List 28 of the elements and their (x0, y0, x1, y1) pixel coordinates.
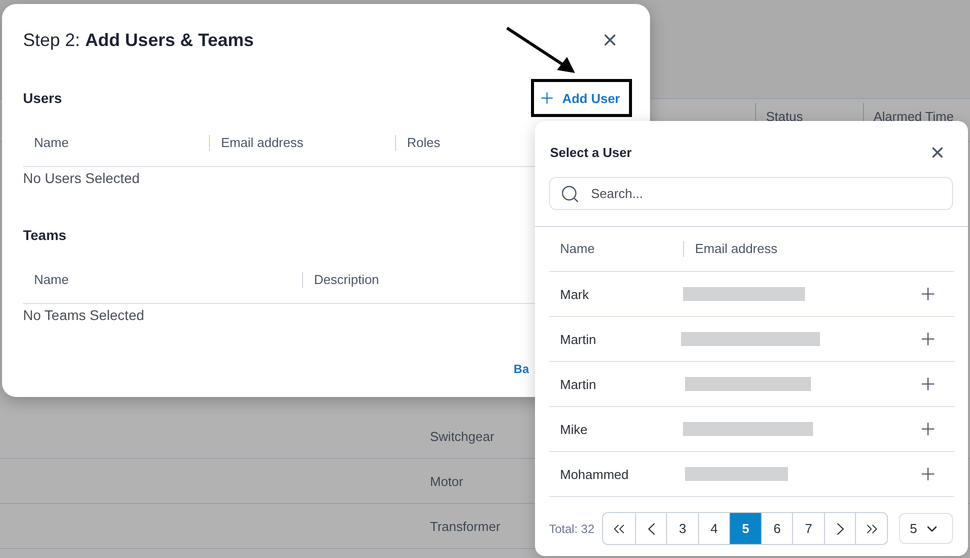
column-header: Name (33, 272, 70, 288)
section-heading: Teams (23, 227, 66, 243)
add-user-button[interactable]: Add User (531, 79, 632, 117)
dialog-title: Step 2: Add Users & Teams (23, 30, 254, 50)
back-link[interactable]: Ba (514, 362, 529, 376)
user-name: Mark (559, 286, 590, 302)
user-name: Mohammed (559, 466, 630, 482)
section-heading: Users (23, 90, 62, 106)
page-button[interactable]: 5 (729, 513, 761, 544)
column-header: Name (559, 241, 596, 257)
search-field[interactable]: Search... (549, 177, 953, 210)
user-name: Mike (559, 422, 588, 436)
search-icon (560, 184, 580, 204)
column-header: Email address (683, 241, 908, 257)
empty-message: No Teams Selected (23, 307, 144, 323)
column-header: Email address (209, 135, 395, 151)
total-count: Total: 32 (549, 522, 594, 536)
table-cell: Transformer (430, 518, 500, 534)
chevron-left-icon (648, 522, 655, 534)
empty-message: No Users Selected (23, 170, 140, 186)
page-size-select[interactable]: 5 (898, 513, 953, 544)
user-name: Martin (559, 332, 598, 346)
chevron-right-icon (836, 522, 844, 534)
user-name: Martin (559, 376, 598, 392)
column-header: Name (33, 135, 70, 151)
table-cell: Motor (430, 474, 464, 488)
table-cell: Switchgear (430, 428, 494, 444)
arrow-icon (505, 26, 577, 76)
